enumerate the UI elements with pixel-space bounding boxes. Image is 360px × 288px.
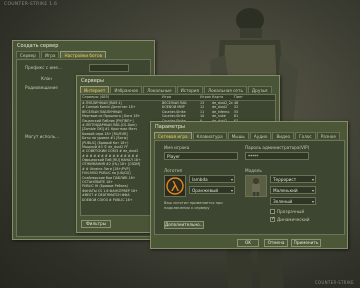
dynamic-label: Динамический [277,217,310,222]
chevron-down-icon: ▾ [311,177,314,182]
logo-select-value: lambda [192,177,208,182]
col-map[interactable]: Карта [211,95,233,100]
lambda-logo-icon [164,175,186,197]
col-game[interactable]: Игра [161,95,199,100]
servers-title: Серверы [81,78,104,84]
col-ping[interactable]: Пинг [233,95,243,100]
crosshair-color-value: Зеленый [273,199,293,204]
model-select[interactable]: Террорист ▾ [270,175,316,183]
col-servers[interactable]: Серверы (485) [81,95,161,100]
broadcast-label: Радиовещание [25,85,58,90]
tab-local[interactable]: Локальные [143,86,176,93]
ok-button[interactable]: OK [237,239,259,247]
filters-button[interactable]: Фильтры [81,220,111,228]
topbar-text: COUNTER-STRIKE 1.6 [4,2,58,7]
model-label: Модель [245,168,262,173]
bot-prefix-label: Префикс с име... [25,65,62,70]
player-model-preview [245,175,267,197]
server-name: БОЕВОЙ СОЮЗ # PUBLIC 18+ [82,197,133,202]
col-players[interactable]: Игроки [199,95,211,100]
chevron-down-icon: ▾ [230,188,233,193]
translucent-label: Прозрачный [277,209,305,214]
chevron-down-icon: ▾ [230,177,233,182]
logo-color-select[interactable]: Оранжевый ▾ [189,186,235,194]
logo-hint: Ваш логотип применяется при подключении … [164,201,223,210]
model-variant-select[interactable]: Маленький ▾ [270,186,316,194]
apply-button[interactable]: Применить [291,239,321,247]
can-use-label: Могут исполь... [25,134,60,139]
crosshair-color-select[interactable]: Зеленый ▾ [270,197,316,205]
tab-favorites[interactable]: Избранное [110,86,143,93]
bot-prefix-field[interactable] [89,64,129,72]
dynamic-checkbox[interactable] [270,216,275,222]
password-field[interactable]: ***** [245,152,309,160]
chevron-down-icon: ▾ [311,199,314,204]
cancel-button[interactable]: Отмена [264,239,288,247]
logo-select[interactable]: lambda ▾ [189,175,235,183]
tab-internet[interactable]: Интернет [80,86,110,93]
params-title: Параметры [155,124,185,130]
player-name-label: Имя игрока [164,145,190,150]
create-server-tabs: Сервер Игра Настройки ботов [13,50,154,58]
logo-label: Логотип [164,168,183,173]
tab-server[interactable]: Сервер [16,51,40,58]
params-tabs: Сетевая игра Клавиатура Мышь Аудио Видео… [151,131,347,139]
logo-color-value: Оранжевый [192,188,219,193]
tab-history[interactable]: История [176,86,204,93]
player-name-field[interactable]: Player [164,152,238,160]
create-server-title: Создать сервер [17,43,59,49]
tab-mouse[interactable]: Мышь [227,132,249,139]
servers-tabs: Интернет Избранное Локальные История Лок… [77,85,279,93]
chevron-down-icon: ▾ [311,188,314,193]
tab-game[interactable]: Игра [40,51,60,58]
tab-friends[interactable]: Друзья [247,86,272,93]
tab-multiplayer[interactable]: Сетевая игра [154,132,192,139]
tab-misc[interactable]: Разное [316,132,340,139]
tab-keyboard[interactable]: Клавиатура [192,132,227,139]
params-panel: Имя игрока Player Пароль администратора(… [154,140,345,235]
params-window[interactable]: Параметры Сетевая игра Клавиатура Мышь А… [150,121,348,249]
translucent-checkbox[interactable] [270,209,275,214]
advanced-button[interactable]: Дополнительно... [164,221,204,229]
tab-voice[interactable]: Голос [295,132,316,139]
model-variant-value: Маленький [273,188,298,193]
tab-audio[interactable]: Аудио [249,132,272,139]
password-label: Пароль администратора(VIP) [245,145,310,150]
tab-video[interactable]: Видео [272,132,295,139]
tab-bot-settings[interactable]: Настройки ботов [60,51,107,58]
tab-lan[interactable]: Локальная сеть [204,86,247,93]
model-select-value: Террорист [273,177,297,182]
clan-label: Клан [41,76,52,81]
